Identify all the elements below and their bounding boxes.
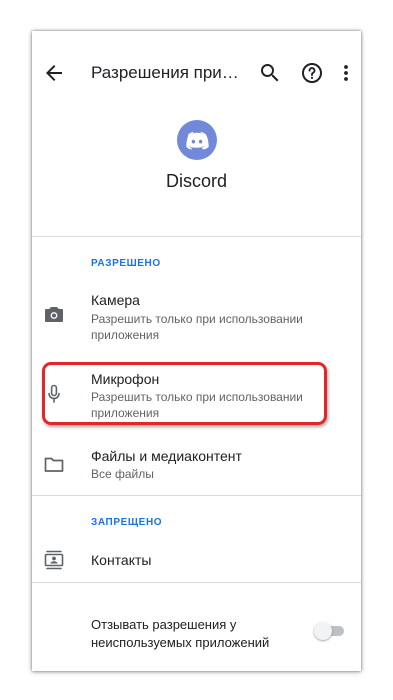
contacts-icon	[42, 548, 66, 572]
revoke-permissions-setting[interactable]: Отзывать разрешения у неиспользуемых при…	[32, 606, 361, 654]
divider	[32, 582, 361, 583]
permission-item-contacts[interactable]: Контакты	[32, 540, 361, 580]
permission-item-files[interactable]: Файлы и медиаконтент Все файлы	[32, 443, 361, 493]
permission-label: Файлы и медиаконтент	[91, 448, 242, 464]
divider	[32, 495, 361, 496]
divider	[32, 236, 361, 237]
permission-status: Разрешить только при использовании прило…	[91, 312, 303, 342]
app-name: Discord	[165, 171, 227, 191]
folder-icon	[42, 452, 66, 476]
section-header-allowed: РАЗРЕШЕНО	[91, 258, 161, 269]
highlight-frame	[42, 362, 327, 425]
arrow-back-icon[interactable]	[42, 61, 66, 85]
permission-status: Все файлы	[91, 467, 154, 481]
section-header-denied: ЗАПРЕЩЕНО	[91, 517, 163, 528]
search-icon[interactable]	[258, 61, 282, 85]
permission-item-camera[interactable]: Камера Разрешить только при использовани…	[32, 283, 361, 349]
page-title: Разрешения при…	[91, 63, 239, 82]
phone-screen: Разрешения при… Discord РАЗРЕШЕНО Камера…	[32, 31, 361, 671]
permission-label: Контакты	[91, 552, 152, 568]
toggle-thumb	[314, 622, 332, 640]
permission-label: Камера	[91, 292, 140, 308]
more-vert-icon[interactable]	[334, 61, 358, 85]
help-icon[interactable]	[300, 61, 324, 85]
revoke-permissions-label: Отзывать разрешения у неиспользуемых при…	[91, 617, 270, 650]
camera-icon	[42, 303, 66, 327]
discord-logo-icon	[177, 120, 217, 160]
revoke-permissions-toggle[interactable]	[314, 622, 344, 640]
top-app-bar: Разрешения при…	[32, 31, 361, 115]
